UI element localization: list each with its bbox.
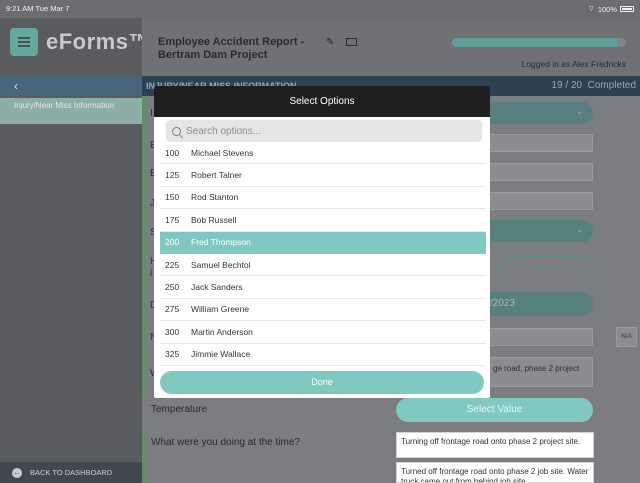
option-code: 300 xyxy=(165,326,180,337)
status-right: ⌔ 100% xyxy=(588,4,634,14)
option-row[interactable]: 300 Martin Anderson xyxy=(160,321,486,344)
back-to-dashboard-button[interactable]: ← BACK TO DASHBOARD xyxy=(0,462,142,483)
back-chevron-icon[interactable]: ‹ xyxy=(0,76,142,96)
battery-icon xyxy=(620,6,634,12)
section-count: 19 / 20 xyxy=(551,80,583,91)
option-row[interactable]: 225 Samuel Bechtol xyxy=(160,253,486,277)
road-text-field[interactable]: ge road, phase 2 project xyxy=(488,357,593,387)
option-name: Samuel Bechtol xyxy=(191,259,251,270)
mail-icon[interactable] xyxy=(346,38,357,46)
option-code: 200 xyxy=(165,237,180,248)
option-name: Robert Talner xyxy=(191,170,242,181)
doing-label: What were you doing at the time? xyxy=(151,437,300,448)
option-row[interactable]: 100 Michael Stevens xyxy=(160,142,486,165)
text-field[interactable] xyxy=(488,328,593,346)
required-indicator xyxy=(142,427,146,483)
search-bar[interactable] xyxy=(166,120,482,142)
option-code: 225 xyxy=(165,259,180,270)
option-name: Fred Thompson xyxy=(191,237,251,248)
pencil-icon[interactable]: ✎ xyxy=(326,37,334,48)
text-field[interactable] xyxy=(488,192,593,210)
text-field[interactable] xyxy=(488,163,593,181)
form-logo-icon xyxy=(10,28,38,56)
option-name: Rod Stanton xyxy=(191,192,239,203)
field-label-fragment: i xyxy=(150,268,153,279)
temperature-label: Temperature xyxy=(151,404,208,415)
option-name: Jimmie Wallace xyxy=(191,349,251,360)
progress-fill xyxy=(452,38,618,47)
option-row[interactable]: 200 Fred Thompson xyxy=(160,231,486,254)
option-row[interactable]: 275 William Greene xyxy=(160,298,486,322)
option-name: Martin Anderson xyxy=(191,326,253,337)
back-arrow-icon: ← xyxy=(12,467,22,478)
temperature-select[interactable]: Select Value xyxy=(396,398,593,422)
required-indicator xyxy=(142,96,146,393)
option-name: Jack Sanders xyxy=(191,282,243,293)
logo-text: eForms™ xyxy=(46,29,151,54)
dropdown-field[interactable]: ⌄ xyxy=(480,102,593,124)
select-options-modal: Select Options 100 Michael Stevens 125 Robe… xyxy=(154,86,490,398)
option-code: 175 xyxy=(165,214,180,225)
dropdown-chevron-icon: ⌄ xyxy=(576,225,583,234)
form-title-line1: Employee Accident Report - xyxy=(158,36,305,48)
battery-percent: 100% xyxy=(597,4,617,14)
text-field[interactable] xyxy=(488,134,593,152)
option-code: 125 xyxy=(165,170,180,181)
field-label-fragment: I xyxy=(150,108,153,119)
modal-title: Select Options xyxy=(154,86,490,117)
option-name: Michael Stevens xyxy=(191,147,254,158)
section-progress: 19 / 20 Completed xyxy=(551,80,636,91)
sidebar-item-injury[interactable]: Injury/Near Miss Information xyxy=(0,98,142,124)
logged-in-label: Logged in as Alex Fredricks xyxy=(521,59,626,69)
option-code: 150 xyxy=(165,192,180,203)
option-code: 100 xyxy=(165,147,180,158)
wifi-icon: ⌔ xyxy=(587,4,595,13)
form-title-line2: Bertram Dam Project xyxy=(158,49,268,61)
option-code: 325 xyxy=(165,349,180,360)
search-icon xyxy=(172,126,181,136)
back-to-dashboard-label: BACK TO DASHBOARD xyxy=(30,468,113,477)
na-button[interactable]: N/A xyxy=(616,327,637,347)
option-name: Bob Russell xyxy=(191,214,237,225)
option-row[interactable]: 325 Jimmie Wallace xyxy=(160,343,486,366)
search-input[interactable] xyxy=(186,125,466,137)
app-logo: eForms™ xyxy=(10,28,151,56)
done-button[interactable]: Done xyxy=(160,371,484,394)
answer-field[interactable]: Turning off frontage road onto phase 2 p… xyxy=(396,432,594,458)
no-toggle-button[interactable]: No xyxy=(498,256,594,280)
section-status: Completed xyxy=(587,80,636,91)
option-row[interactable]: 125 Robert Talner xyxy=(160,164,486,187)
option-row[interactable]: 250 Jack Sanders xyxy=(160,276,486,299)
option-code: 275 xyxy=(165,304,180,315)
option-row[interactable]: 150 Rod Stanton xyxy=(160,186,486,210)
form-title: Employee Accident Report - Bertram Dam P… xyxy=(158,36,304,62)
options-list: 100 Michael Stevens 125 Robert Talner 150 Rod… xyxy=(160,142,486,366)
progress-bar xyxy=(452,38,626,47)
date-field[interactable]: /2023 xyxy=(480,292,593,316)
status-time: 9:21 AM Tue Mar 7 xyxy=(6,4,70,13)
option-row[interactable]: 175 Bob Russell xyxy=(160,209,486,232)
answer-field[interactable]: Turned off frontage road onto phase 2 jo… xyxy=(396,462,594,483)
option-code: 250 xyxy=(165,282,180,293)
option-name: William Greene xyxy=(191,304,250,315)
dropdown-chevron-icon: ⌄ xyxy=(576,107,583,116)
dropdown-field[interactable]: ⌄ xyxy=(480,220,593,242)
status-bar: 9:21 AM Tue Mar 7 ⌔ 100% xyxy=(0,0,640,18)
